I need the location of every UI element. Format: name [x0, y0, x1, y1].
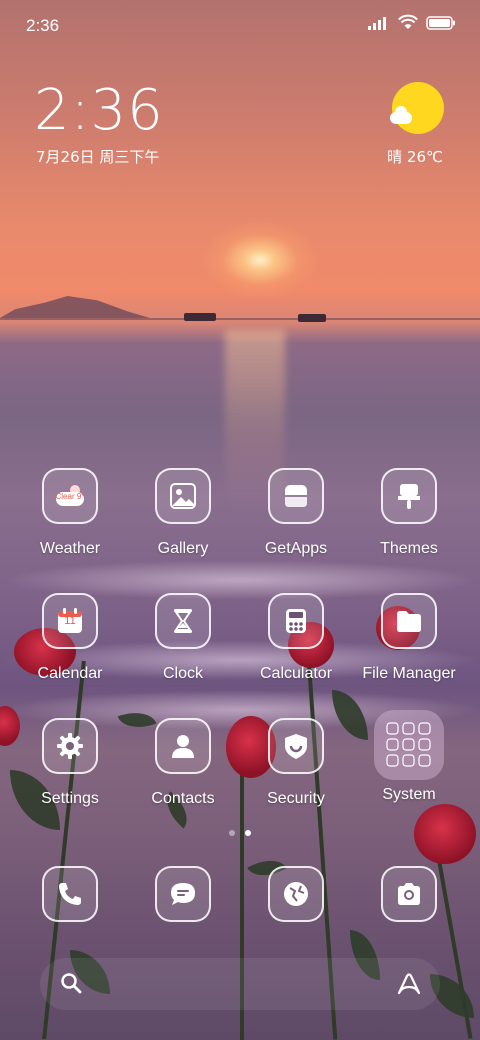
weather-icon: Clear 9°: [42, 468, 98, 524]
globe-icon: [268, 866, 324, 922]
themes-app[interactable]: Themes: [354, 468, 464, 558]
security-app[interactable]: Security: [241, 718, 351, 808]
weather-app[interactable]: Clear 9° Weather: [15, 468, 125, 558]
message-icon: [155, 866, 211, 922]
calendar-app[interactable]: 11 Calendar: [15, 593, 125, 683]
camera-icon: [381, 866, 437, 922]
app-label: Calendar: [37, 665, 103, 682]
getapps-app[interactable]: GetApps: [241, 468, 351, 558]
status-time: 2:36: [26, 16, 60, 35]
browser-app[interactable]: [241, 866, 351, 922]
folder-icon: [381, 593, 437, 649]
camera-app[interactable]: [354, 866, 464, 922]
settings-app[interactable]: Settings: [15, 718, 125, 808]
gear-icon: [42, 718, 98, 774]
clock-app[interactable]: Clock: [128, 593, 238, 683]
boat: [184, 313, 216, 321]
app-label: System: [382, 786, 436, 803]
calculator-icon: [268, 593, 324, 649]
app-label: Clock: [162, 665, 203, 682]
sun-glow: [200, 220, 320, 300]
wifi-icon: [398, 14, 418, 34]
sun-cloud-icon: [390, 82, 444, 134]
file-manager-app[interactable]: File Manager: [354, 593, 464, 683]
messages-app[interactable]: [128, 866, 238, 922]
weather-condition-temp: 晴 26℃: [387, 148, 443, 166]
calendar-icon: 11: [42, 593, 98, 649]
assistant-icon[interactable]: [396, 972, 422, 1000]
search-bar[interactable]: [40, 958, 440, 1010]
gallery-icon: [155, 468, 211, 524]
system-folder[interactable]: System: [354, 710, 464, 804]
app-label: Weather: [39, 540, 101, 557]
gallery-app[interactable]: Gallery: [128, 468, 238, 558]
shield-icon: [268, 718, 324, 774]
app-label: GetApps: [264, 540, 328, 557]
weather-widget[interactable]: 晴 26℃: [386, 82, 444, 167]
app-label: File Manager: [362, 665, 456, 682]
page-dot-active[interactable]: [245, 830, 251, 836]
folder-preview-icon: [374, 710, 444, 780]
page-dot[interactable]: [229, 830, 235, 836]
app-label: Calculator: [259, 665, 333, 682]
app-label: Security: [267, 790, 325, 807]
clock-widget-date: 7月26日 周三下午: [36, 148, 160, 166]
getapps-icon: [268, 468, 324, 524]
page-indicator[interactable]: [0, 830, 480, 836]
status-bar: 2:36: [0, 0, 480, 48]
app-label: Gallery: [157, 540, 209, 557]
person-icon: [155, 718, 211, 774]
contacts-app[interactable]: Contacts: [128, 718, 238, 808]
search-icon[interactable]: [60, 972, 82, 998]
calculator-app[interactable]: Calculator: [241, 593, 351, 683]
horizon-line: [0, 318, 480, 320]
weather-icon-label: Clear 9°: [55, 492, 85, 501]
app-label: Contacts: [151, 790, 215, 807]
signal-icon: [368, 15, 390, 34]
phone-app[interactable]: [15, 866, 125, 922]
mountain-silhouette: [0, 296, 150, 318]
boat: [298, 314, 326, 322]
calendar-day: 11: [64, 615, 76, 627]
hourglass-icon: [155, 593, 211, 649]
clock-widget-time[interactable]: 2:36: [34, 78, 164, 143]
app-label: Themes: [380, 540, 438, 557]
battery-icon: [426, 15, 456, 34]
app-label: Settings: [41, 790, 99, 807]
phone-icon: [42, 866, 98, 922]
themes-icon: [381, 468, 437, 524]
